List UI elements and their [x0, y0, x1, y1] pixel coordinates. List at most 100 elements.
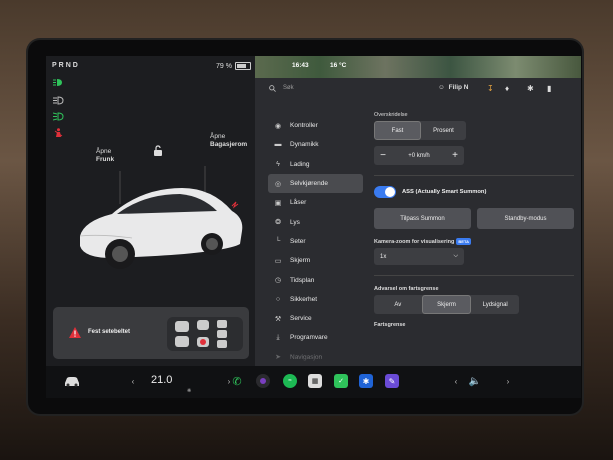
menu-item-låser[interactable]: ▣ Låser: [268, 193, 363, 212]
speed-warning-title: Advarsel om fartsgrense: [374, 286, 439, 292]
cabin-temperature[interactable]: 21.0: [151, 374, 172, 386]
overspeed-title: Overskridelse: [374, 112, 408, 118]
bulb-icon: ❂: [275, 219, 281, 227]
car-icon[interactable]: [64, 374, 80, 388]
customize-summon-button[interactable]: Tilpass Summon: [374, 208, 471, 229]
frunk-label: Frunk: [96, 156, 115, 163]
speed-limit-title: Fartsgrense: [374, 322, 406, 328]
menu-item-programvare[interactable]: ⤓ Programvare: [268, 328, 363, 347]
settings-menu: ◉ Kontroller ▬ Dynamikk ϟ Lading ◎ Selvkjørende…: [268, 116, 363, 367]
fog-light-icon: [53, 112, 64, 121]
phone-icon[interactable]: ✆: [230, 374, 244, 388]
download-update-icon[interactable]: ↧: [487, 84, 494, 93]
top-bar: Søk ☺ Filip N ↧ ♦ ✱ ▮: [255, 78, 581, 100]
overspeed-percent-option[interactable]: Prosent: [421, 121, 466, 140]
user-profile[interactable]: ☺ Filip N: [438, 84, 469, 91]
toybox-icon[interactable]: ✎: [385, 374, 399, 388]
camera-zoom-dropdown[interactable]: 1x ⌵: [374, 248, 464, 265]
bluetooth-icon[interactable]: ✱: [359, 374, 373, 388]
search-input[interactable]: Søk: [283, 85, 294, 91]
search-icon[interactable]: [269, 85, 276, 92]
chevron-down-icon: ⌵: [453, 253, 458, 259]
ass-toggle[interactable]: [374, 186, 396, 198]
menu-item-label: Seter: [290, 237, 306, 245]
bolt-icon: ϟ: [276, 160, 280, 168]
shield-icon: ○: [275, 295, 281, 303]
decrement-button[interactable]: −: [374, 150, 392, 161]
menu-item-label: Service: [290, 315, 312, 323]
signal-icon: ▮: [547, 84, 552, 93]
display-icon: ▭: [274, 257, 282, 265]
temp-down-chevron-icon[interactable]: ‹: [126, 374, 140, 388]
seatbelt-alert-card[interactable]: Fest setebeltet: [53, 307, 249, 359]
overspeed-fixed-option[interactable]: Fast: [374, 121, 421, 140]
calendar-icon[interactable]: ✓: [334, 374, 348, 388]
menu-item-skjerm[interactable]: ▭ Skjerm: [268, 251, 363, 270]
menu-item-label: Låser: [290, 199, 307, 207]
increment-button[interactable]: +: [446, 150, 464, 161]
camera-icon[interactable]: [256, 374, 270, 388]
warning-icon: [69, 327, 81, 338]
speed-offset-value: +0 km/h: [408, 152, 430, 159]
map-strip[interactable]: 16:43 16 °C: [255, 56, 581, 78]
speed-warning-sound-option[interactable]: Lydsignal: [471, 295, 519, 314]
menu-item-seter[interactable]: └ Seter: [268, 232, 363, 251]
frunk-action-label: Åpne: [96, 148, 112, 155]
ass-setting: ASS (Actually Smart Summon): [374, 186, 574, 198]
frunk-open-button[interactable]: Åpne Frunk: [96, 148, 114, 164]
bell-icon[interactable]: ♦: [505, 84, 509, 93]
steering-icon: ◎: [274, 180, 282, 188]
menu-item-label: Tidsplan: [290, 276, 315, 284]
user-icon: ☺: [438, 84, 445, 91]
summon-buttons: Tilpass Summon Standby-modus: [374, 208, 574, 229]
menu-item-label: Sikkerhet: [290, 295, 318, 303]
seatbelt-warning-icon: [54, 128, 63, 137]
speed-warning-display-option[interactable]: Skjerm: [421, 295, 472, 314]
seat-occupancy-diagram: [167, 317, 243, 351]
vehicle-illustration: [79, 166, 243, 269]
download-icon: ⤓: [276, 333, 280, 341]
speed-offset-stepper: − +0 km/h +: [374, 146, 464, 165]
overspeed-mode-selector: Fast Prosent: [374, 121, 466, 140]
volume-down-chevron-icon[interactable]: ‹: [449, 374, 463, 388]
menu-item-selvkjørende[interactable]: ◎ Selvkjørende: [268, 173, 363, 194]
divider: [374, 175, 574, 176]
camera-zoom-title: Kamera-zoom for visualisering BETA: [374, 238, 471, 245]
menu-item-label: Lading: [290, 160, 310, 168]
lock-icon: ▣: [274, 199, 282, 207]
menu-item-service[interactable]: ⚒ Service: [268, 309, 363, 328]
volume-icon[interactable]: 🔈: [468, 374, 482, 388]
apps-icon[interactable]: ▦: [308, 374, 322, 388]
scroll-fade: [255, 352, 581, 366]
bluetooth-icon[interactable]: ✱: [527, 84, 534, 93]
spotify-icon[interactable]: ≈: [283, 374, 297, 388]
battery-percent: 79 %: [216, 62, 232, 70]
menu-item-dynamikk[interactable]: ▬ Dynamikk: [268, 135, 363, 154]
menu-item-sikkerhet[interactable]: ○ Sikkerhet: [268, 290, 363, 309]
outside-temp: 16 °C: [330, 62, 347, 69]
menu-item-tidsplan[interactable]: ◷ Tidsplan: [268, 270, 363, 289]
menu-item-label: Selvkjørende: [290, 180, 328, 188]
unlock-icon[interactable]: [153, 145, 163, 157]
headlight-green-icon: [53, 79, 62, 86]
menu-item-label: Dynamikk: [290, 141, 319, 149]
touchscreen: PRND 79 % Åpne Frunk Åpne Bagasjerom Fes…: [46, 56, 581, 398]
speed-warning-off-option[interactable]: Av: [374, 295, 422, 314]
camera-zoom-section: Kamera-zoom for visualisering BETA 1x ⌵: [374, 238, 574, 265]
fan-icon: ❋: [187, 388, 192, 394]
autopilot-settings: Overskridelse Fast Prosent − +0 km/h + A…: [374, 112, 574, 331]
bottom-dock: ‹ 21.0 ❋ › ✆ ≈ ▦ ✓ ✱ ✎ ‹ 🔈 ›: [46, 366, 581, 398]
trunk-open-button[interactable]: Åpne Bagasjerom: [210, 133, 247, 149]
vehicle-panel: PRND 79 % Åpne Frunk Åpne Bagasjerom Fes…: [46, 56, 255, 366]
menu-item-lys[interactable]: ❂ Lys: [268, 212, 363, 231]
settings-panel: 16:43 16 °C Søk ☺ Filip N ↧ ♦ ✱ ▮ ◉ Kontr…: [255, 56, 581, 366]
user-name: Filip N: [448, 84, 469, 91]
volume-up-chevron-icon[interactable]: ›: [501, 374, 515, 388]
standby-mode-button[interactable]: Standby-modus: [477, 208, 574, 229]
menu-item-label: Lys: [290, 218, 300, 226]
trunk-label: Bagasjerom: [210, 141, 248, 148]
menu-item-kontroller[interactable]: ◉ Kontroller: [268, 116, 363, 135]
clock-icon: ◷: [274, 277, 282, 285]
menu-item-lading[interactable]: ϟ Lading: [268, 155, 363, 174]
headlight-auto-icon: [53, 96, 64, 105]
